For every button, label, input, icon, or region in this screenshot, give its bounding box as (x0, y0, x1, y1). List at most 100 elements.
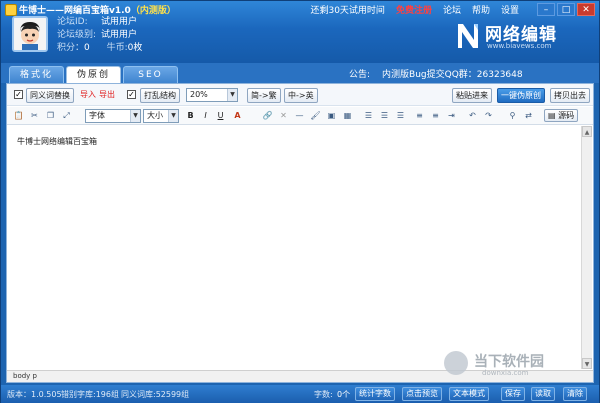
forum-id-value: 试用用户 (101, 17, 138, 27)
minimize-button[interactable]: – (537, 3, 555, 16)
maximize-button[interactable]: □ (557, 3, 575, 16)
synonym-replace-button[interactable]: 同义词替换 (26, 88, 74, 103)
version-text: 版本：1.0.505 (7, 390, 62, 399)
typo-dict-text: 错别字库:196组 (61, 390, 119, 399)
synonym-dict-text: 同义词库:52599组 (121, 390, 190, 399)
chevron-down-icon: ▼ (168, 110, 178, 122)
footer-bar: 版本：1.0.505 错别字库:196组 同义词库:52599组 字数: 0个 … (1, 385, 599, 403)
window-title: 牛博士——网编百宝箱v1.0（内测版） (19, 3, 176, 16)
source-code-button[interactable]: ▤ 源码 (544, 109, 579, 122)
synonym-checkbox[interactable]: ✓ (14, 90, 23, 99)
indent-icon[interactable]: ⇥ (446, 110, 457, 121)
link-icon[interactable]: 🔗 (262, 110, 273, 121)
shuffle-checkbox[interactable]: ✓ (127, 90, 136, 99)
announcement-text: 内测版Bug提交QQ群：26323648 (382, 70, 523, 80)
top-menu: 还剩30天试用时间 免费注册 论坛 帮助 设置 (310, 3, 519, 16)
char-count-value: 0个 (337, 390, 351, 399)
align-right-icon[interactable]: ☰ (395, 110, 406, 121)
tab-format[interactable]: 格式化 (9, 66, 64, 83)
logo-url: www.biavews.com (487, 42, 552, 50)
points-label: 积分： (57, 43, 85, 53)
help-link[interactable]: 帮助 (472, 3, 490, 16)
editor-content: 牛博士网络编辑百宝箱 (17, 137, 97, 146)
scroll-up-icon[interactable]: ▲ (582, 126, 592, 137)
coins-value: 0枚 (127, 43, 143, 53)
undo-icon[interactable]: ↶ (467, 110, 478, 121)
forum-link[interactable]: 论坛 (443, 3, 461, 16)
percent-select[interactable]: 20% ▼ (186, 88, 238, 102)
find-icon[interactable]: ⚲ (507, 110, 518, 121)
app-icon (5, 4, 17, 16)
watermark-logo-icon (444, 351, 468, 375)
brand-logo: 网络编辑 www.biavews.com (455, 18, 585, 54)
image-icon[interactable]: ▣ (326, 110, 337, 121)
logo-n-icon (458, 24, 478, 48)
header: 牛博士——网编百宝箱v1.0（内测版） 论坛ID: 试用用户 论坛级别: 试用用户 (1, 1, 599, 63)
import-link[interactable]: 导入 (80, 89, 96, 100)
preview-button[interactable]: 点击预览 (402, 387, 442, 401)
tab-seo[interactable]: SEO (123, 66, 178, 83)
read-button[interactable]: 读取 (531, 387, 555, 401)
copy-out-button[interactable]: 拷贝出去 (550, 88, 590, 103)
save-button[interactable]: 保存 (501, 387, 525, 401)
paste-icon[interactable]: 📋 (13, 110, 24, 121)
format-toolbar: 📋 ✂ ❐ ⤢ 字体 ▼ 大小 ▼ B I U A 🔗 ✕ — 🖌 ▣ ▦ ☰ … (7, 107, 593, 125)
paste-in-button[interactable]: 粘贴进来 (452, 88, 492, 103)
app-window: 牛博士——网编百宝箱v1.0（内测版） 论坛ID: 试用用户 论坛级别: 试用用户 (0, 0, 600, 403)
copy-icon[interactable]: ❐ (45, 110, 56, 121)
replace-icon[interactable]: ⇄ (523, 110, 534, 121)
size-select[interactable]: 大小 ▼ (143, 109, 179, 123)
tab-pseudo-original[interactable]: 伪原创 (66, 66, 121, 83)
points-value: 0 (84, 43, 90, 53)
forum-level-label: 论坛级别: (57, 30, 97, 40)
export-link[interactable]: 导出 (99, 89, 115, 100)
ordered-list-icon[interactable]: ≡ (414, 110, 425, 121)
fullscreen-icon[interactable]: ⤢ (61, 110, 72, 121)
chevron-down-icon: ▼ (227, 89, 237, 101)
align-center-icon[interactable]: ☰ (379, 110, 390, 121)
italic-icon[interactable]: I (200, 110, 211, 121)
shuffle-structure-button[interactable]: 打乱结构 (140, 88, 180, 103)
font-value: 字体 (89, 111, 105, 120)
source-label: 源码 (558, 111, 575, 120)
watermark-text: 当下软件园 (474, 354, 544, 370)
title-main: 牛博士——网编百宝箱v1.0 (19, 6, 131, 16)
title-edition: （内测版） (130, 6, 176, 16)
window-controls: – □ ✕ (537, 3, 595, 16)
editor-area[interactable]: 牛博士网络编辑百宝箱 (11, 128, 581, 368)
user-info: 论坛ID: 试用用户 论坛级别: 试用用户 积分：0 牛币:0枚 (57, 16, 142, 55)
cut-icon[interactable]: ✂ (29, 110, 40, 121)
close-button[interactable]: ✕ (577, 3, 595, 16)
size-value: 大小 (147, 111, 163, 120)
coins-label: 牛币: (106, 43, 128, 53)
editor-panel: ✓ 同义词替换 导入 导出 ✓ 打乱结构 20% ▼ 简->繁 中->英 粘贴进… (6, 83, 594, 383)
forum-level-value: 试用用户 (101, 30, 138, 40)
text-mode-button[interactable]: 文本模式 (449, 387, 489, 401)
cn-to-en-button[interactable]: 中->英 (284, 88, 318, 103)
action-toolbar: ✓ 同义词替换 导入 导出 ✓ 打乱结构 20% ▼ 简->繁 中->英 粘贴进… (7, 84, 593, 106)
settings-link[interactable]: 设置 (501, 3, 519, 16)
bold-icon[interactable]: B (185, 110, 196, 121)
table-icon[interactable]: ▦ (342, 110, 353, 121)
trad-to-simp-button[interactable]: 简->繁 (247, 88, 281, 103)
source-icon: ▤ (548, 111, 556, 120)
watermark: 当下软件园 downxia.com (444, 351, 584, 381)
avatar[interactable] (12, 16, 48, 52)
font-color-icon[interactable]: A (232, 110, 243, 121)
hr-icon[interactable]: — (294, 110, 305, 121)
align-left-icon[interactable]: ☰ (363, 110, 374, 121)
register-link[interactable]: 免费注册 (396, 3, 432, 16)
one-click-rewrite-button[interactable]: 一键伪原创 (497, 88, 545, 103)
brush-icon[interactable]: 🖌 (310, 110, 321, 121)
underline-icon[interactable]: U (215, 110, 226, 121)
stats-button[interactable]: 统计字数 (355, 387, 395, 401)
unordered-list-icon[interactable]: ≡ (430, 110, 441, 121)
editor-scrollbar[interactable]: ▲ ▼ (581, 126, 592, 369)
percent-value: 20% (190, 90, 208, 99)
unlink-icon[interactable]: ✕ (278, 110, 289, 121)
announcement: 公告: 内测版Bug提交QQ群：26323648 (349, 67, 523, 80)
redo-icon[interactable]: ↷ (483, 110, 494, 121)
char-count-label: 字数: (314, 390, 333, 399)
font-select[interactable]: 字体 ▼ (85, 109, 141, 123)
clear-button[interactable]: 清除 (563, 387, 587, 401)
